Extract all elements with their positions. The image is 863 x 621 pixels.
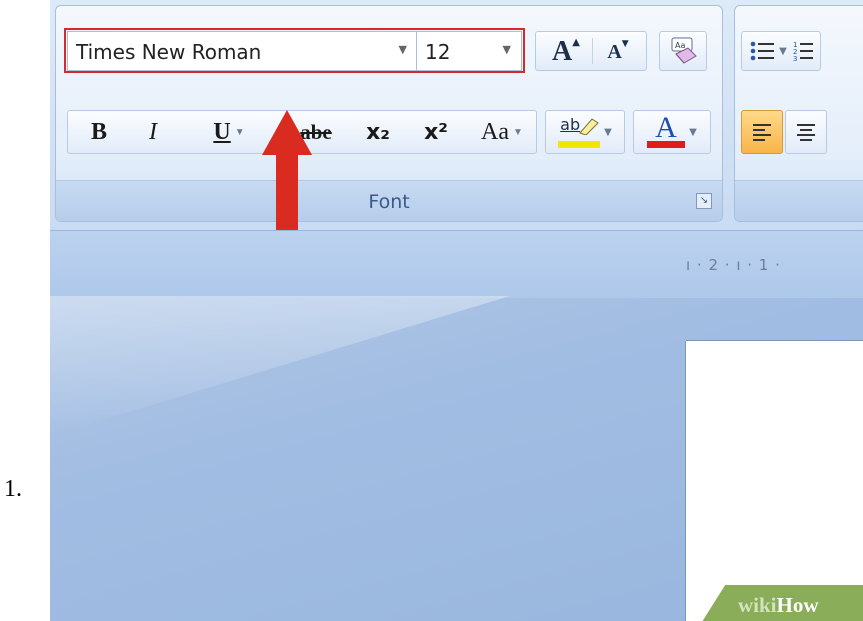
document-page[interactable] <box>686 341 863 621</box>
numbered-list-icon[interactable]: 1 2 3 <box>793 39 813 63</box>
font-color-button[interactable]: A ▼ <box>633 110 711 154</box>
grow-font-button[interactable]: A ▲ <box>542 34 590 70</box>
chevron-down-icon[interactable]: ▼ <box>689 127 697 138</box>
highlighter-icon: ab <box>560 115 581 134</box>
eraser-icon: Aa <box>671 37 697 64</box>
chevron-down-icon[interactable]: ▼ <box>513 127 523 138</box>
chevron-down-icon[interactable]: ▼ <box>235 127 245 138</box>
shrink-font-icon: A <box>607 40 622 63</box>
ribbon: Times New Roman ▼ 12 ▼ A ▲ A ▼ Aa B I U … <box>50 0 863 231</box>
align-center-button[interactable] <box>785 110 827 154</box>
word-screenshot: Times New Roman ▼ 12 ▼ A ▲ A ▼ Aa B I U … <box>50 0 863 621</box>
bullet-list-icon <box>750 41 775 61</box>
font-color-icon: A <box>655 111 677 144</box>
text-highlight-button[interactable]: ab ▼ <box>545 110 625 154</box>
svg-text:3: 3 <box>793 55 797 63</box>
grow-shrink-font-group: A ▲ A ▼ <box>535 31 647 71</box>
font-color-swatch <box>647 141 686 148</box>
font-selection-highlight-box <box>64 28 525 73</box>
wikihow-watermark: wikiHow <box>700 585 863 621</box>
subscript-button[interactable]: x₂ <box>352 111 404 153</box>
clear-formatting-button[interactable]: Aa <box>659 31 707 71</box>
underline-button[interactable]: U ▼ <box>186 111 272 153</box>
grow-font-icon: A <box>552 36 573 67</box>
align-left-button[interactable] <box>741 110 783 154</box>
dialog-launcher-icon[interactable]: ↘ <box>696 193 712 209</box>
chevron-down-icon[interactable]: ▼ <box>604 127 612 138</box>
font-group-footer: Font ↘ <box>56 180 722 221</box>
bullets-button[interactable]: ▼ 1 2 3 <box>741 31 821 71</box>
horizontal-ruler[interactable]: ı · 2 · ı · 1 · <box>686 256 781 274</box>
highlight-color-swatch <box>558 141 601 148</box>
font-group: Times New Roman ▼ 12 ▼ A ▲ A ▼ Aa B I U … <box>55 5 723 222</box>
font-group-label: Font <box>368 191 410 213</box>
italic-button[interactable]: I <box>128 111 178 153</box>
chevron-down-icon[interactable]: ▼ <box>779 46 787 57</box>
annotation-arrow-icon <box>262 110 312 155</box>
annotation-arrow-shaft <box>276 150 298 230</box>
bold-button[interactable]: B <box>74 111 124 153</box>
change-case-button[interactable]: Aa ▼ <box>466 111 538 153</box>
svg-text:Aa: Aa <box>675 41 685 50</box>
shrink-font-button[interactable]: A ▼ <box>594 34 642 70</box>
superscript-button[interactable]: x² <box>408 111 464 153</box>
step-number: 1. <box>4 476 22 502</box>
align-left-icon <box>753 124 771 141</box>
paragraph-group-footer <box>735 180 863 221</box>
paragraph-group: ▼ 1 2 3 <box>734 5 863 222</box>
align-center-icon <box>797 124 815 141</box>
